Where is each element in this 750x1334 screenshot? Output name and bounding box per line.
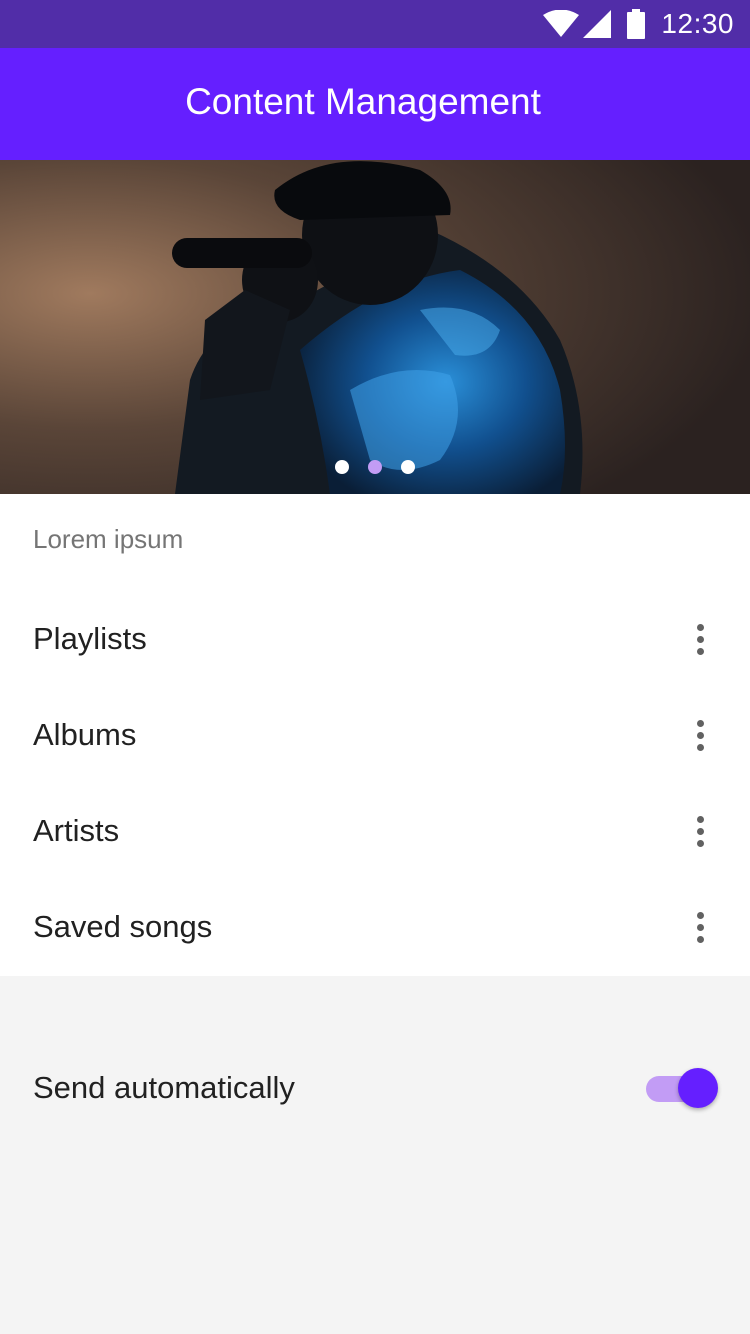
list-item-label: Saved songs xyxy=(33,909,213,944)
more-vert-icon[interactable] xyxy=(686,905,714,949)
more-vert-icon[interactable] xyxy=(686,809,714,853)
send-automatically-toggle[interactable] xyxy=(642,1068,718,1108)
status-bar: 12:30 xyxy=(0,0,750,48)
list-item-label: Playlists xyxy=(33,621,147,656)
more-vert-icon[interactable] xyxy=(686,713,714,757)
list-item-saved-songs[interactable]: Saved songs xyxy=(0,879,750,975)
battery-icon xyxy=(627,9,646,39)
carousel-dot[interactable] xyxy=(401,460,415,474)
setting-label: Send automatically xyxy=(33,1070,295,1105)
list-item-artists[interactable]: Artists xyxy=(0,783,750,879)
list-item-playlists[interactable]: Playlists xyxy=(0,591,750,687)
cellular-signal-icon xyxy=(583,10,612,38)
hero-carousel[interactable] xyxy=(0,160,750,494)
concert-singer-photo xyxy=(0,160,750,494)
status-time: 12:30 xyxy=(661,8,734,39)
status-icons: 12:30 xyxy=(543,0,734,48)
carousel-dot[interactable] xyxy=(335,460,349,474)
list-item-label: Albums xyxy=(33,717,137,752)
carousel-indicators xyxy=(0,460,750,476)
toggle-thumb xyxy=(678,1068,718,1108)
list-subheader: Lorem ipsum xyxy=(33,524,184,554)
wifi-icon xyxy=(543,10,580,38)
page-title: Content Management xyxy=(185,81,541,122)
list-item-albums[interactable]: Albums xyxy=(0,687,750,783)
more-vert-icon[interactable] xyxy=(686,617,714,661)
content-list: Lorem ipsum Playlists Albums Artists Sav… xyxy=(0,494,750,976)
app-bar: Content Management xyxy=(0,48,750,160)
send-automatically-setting[interactable]: Send automatically xyxy=(0,1040,750,1136)
carousel-dot-active[interactable] xyxy=(368,460,382,474)
list-item-label: Artists xyxy=(33,813,120,848)
